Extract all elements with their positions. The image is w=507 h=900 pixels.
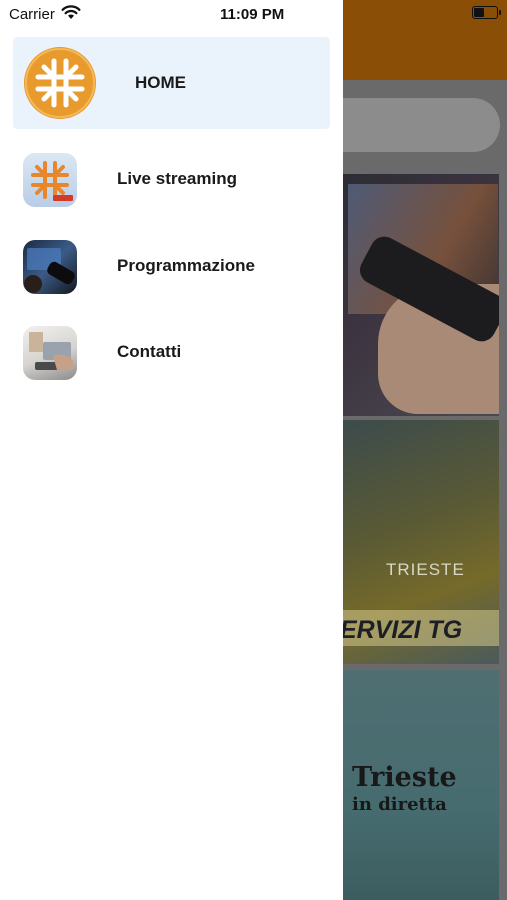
menu-label-live-streaming: Live streaming [117,169,237,188]
menu-label-programmazione: Programmazione [117,256,255,275]
wifi-icon [61,5,81,19]
live-card-subtitle: in diretta [352,794,447,815]
clock: 11:09 PM [220,6,285,23]
menu-label-contatti: Contatti [117,342,182,361]
servizi-tg-title: ERVIZI TG [340,616,463,644]
programmazione-icon [23,240,77,294]
live-card-title: Trieste [352,762,457,793]
menu-item-live-streaming[interactable]: Live streaming [13,150,330,210]
menu-item-contatti[interactable]: Contatti [13,323,330,383]
menu-label-home: HOME [135,73,186,92]
menu-item-programmazione[interactable]: Programmazione [13,237,330,297]
map-city-label: TRIESTE [386,560,465,579]
status-bar: Carrier 11:09 PM [0,0,343,28]
battery-icon [472,6,501,19]
side-drawer: Carrier 11:09 PM HOME Live streaming Pro… [0,0,343,900]
live-streaming-icon [23,153,77,207]
home-logo-icon [24,47,96,119]
trieste-in-diretta-card[interactable]: Trieste in diretta [318,670,499,900]
carrier-label: Carrier [9,6,55,23]
tv-remote-card[interactable] [318,174,499,416]
contatti-icon [23,326,77,380]
servizi-tg-card[interactable]: TRIESTE ERVIZI TG [318,420,499,664]
menu-item-home[interactable]: HOME [13,37,330,129]
